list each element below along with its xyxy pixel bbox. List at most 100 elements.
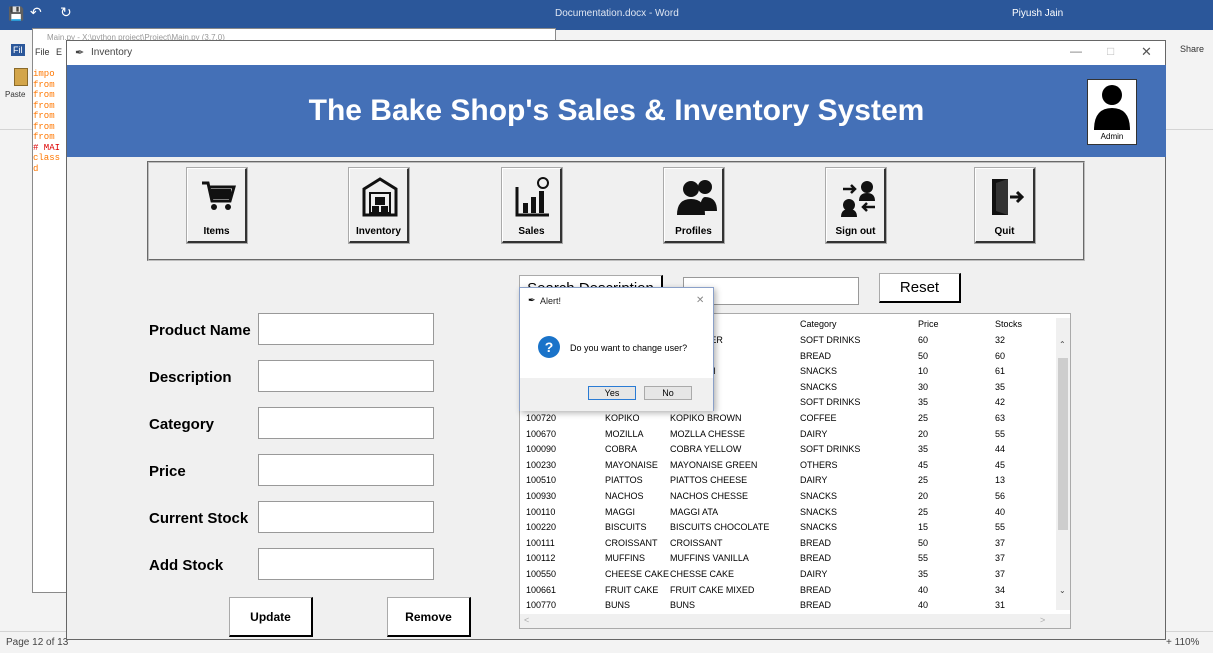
- add-stock-input[interactable]: [258, 548, 434, 580]
- reset-button[interactable]: Reset: [879, 273, 961, 303]
- table-row[interactable]: 100230 MAYONAISE MAYONAISE GREEN OTHERS 45 45: [520, 459, 1060, 475]
- table-cell: SNACKS: [800, 366, 838, 377]
- table-cell: BUNS: [670, 600, 696, 611]
- table-row[interactable]: 100090 COBRA COBRA YELLOW SOFT DRINKS 35 44: [520, 443, 1060, 459]
- word-share[interactable]: Share: [1180, 44, 1204, 54]
- scroll-down-icon[interactable]: ⌄: [1059, 586, 1066, 595]
- table-cell: NACHOS CHESSE: [670, 491, 749, 501]
- scroll-right-icon[interactable]: >: [1040, 615, 1045, 625]
- idle-menu-file[interactable]: File: [35, 47, 50, 57]
- table-cell: DAIRY: [800, 428, 828, 439]
- table-cell: DAIRY: [800, 475, 828, 486]
- idle-menu-edit[interactable]: E: [56, 47, 62, 57]
- feather-icon: ✒: [528, 295, 536, 305]
- table-cell: 35: [918, 397, 929, 408]
- word-file-tab[interactable]: Fil: [11, 44, 25, 56]
- table-cell: 100111: [526, 537, 555, 548]
- scroll-up-icon[interactable]: ⌃: [1059, 340, 1066, 349]
- horizontal-scrollbar[interactable]: < >: [520, 614, 1070, 628]
- table-cell: 25: [918, 506, 929, 517]
- dialog-footer: Yes No: [520, 378, 713, 411]
- table-cell: SNACKS: [800, 491, 838, 501]
- user-icon: [1094, 85, 1130, 130]
- table-row[interactable]: 100770 BUNS BUNS BREAD 40 31: [520, 599, 1060, 615]
- inventory-button[interactable]: Inventory: [348, 167, 410, 244]
- table-cell: 40: [918, 600, 929, 611]
- sign-out-label: Sign out: [835, 226, 876, 237]
- table-row[interactable]: 100930 NACHOS NACHOS CHESSE SNACKS 20 56: [520, 490, 1060, 506]
- table-row[interactable]: 100510 PIATTOS PIATTOS CHEESE DAIRY 25 13: [520, 474, 1060, 490]
- dialog-close-icon[interactable]: ✕: [696, 295, 704, 306]
- table-cell: MOZILLA: [605, 428, 644, 439]
- table-cell: 100930: [526, 491, 557, 501]
- table-row[interactable]: 100661 FRUIT CAKE FRUIT CAKE MIXED BREAD 40 3…: [520, 584, 1060, 600]
- yes-button[interactable]: Yes: [588, 386, 636, 400]
- category-input[interactable]: [258, 407, 434, 439]
- table-cell: 25: [918, 475, 929, 486]
- table-cell: COFFEE: [800, 413, 837, 423]
- table-cell: BREAD: [800, 600, 832, 611]
- table-row[interactable]: 100720 KOPIKO KOPIKO BROWN COFFEE 25 63: [520, 412, 1060, 428]
- table-cell: 45: [918, 459, 929, 470]
- table-cell: 100510: [526, 475, 557, 486]
- table-cell: BISCUITS CHOCOLATE: [670, 522, 770, 533]
- admin-button[interactable]: Admin: [1087, 79, 1137, 145]
- table-cell: DAIRY: [800, 569, 828, 579]
- table-cell: 40: [995, 506, 1006, 517]
- scroll-left-icon[interactable]: <: [524, 615, 529, 625]
- update-button[interactable]: Update: [229, 597, 313, 637]
- add-stock-label: Add Stock: [149, 557, 224, 574]
- maximize-icon[interactable]: □: [1107, 44, 1114, 58]
- inventory-label: Inventory: [355, 226, 401, 237]
- product-name-input[interactable]: [258, 313, 434, 345]
- remove-button[interactable]: Remove: [387, 597, 471, 637]
- quit-button[interactable]: Quit: [974, 167, 1036, 244]
- sales-label: Sales: [518, 226, 545, 237]
- word-undo-icon[interactable]: ↶: [30, 4, 42, 21]
- idle-code[interactable]: impo from from from from from from # MAI…: [33, 69, 67, 589]
- current-stock-input[interactable]: [258, 501, 434, 533]
- close-icon[interactable]: ✕: [1141, 44, 1152, 60]
- table-cell: NACHOS: [605, 491, 644, 501]
- table-row[interactable]: 100111 CROISSANT CROISSANT BREAD 50 37: [520, 537, 1060, 553]
- table-cell: 13: [995, 475, 1006, 486]
- table-row[interactable]: 100550 CHEESE CAKE CHESSE CAKE DAIRY 35 37: [520, 568, 1060, 584]
- table-cell: MAGGI ATA: [670, 506, 719, 517]
- items-button[interactable]: Items: [186, 167, 248, 244]
- price-label: Price: [149, 463, 186, 480]
- table-cell: 45: [995, 459, 1006, 470]
- profiles-button[interactable]: Profiles: [663, 167, 725, 244]
- items-label: Items: [203, 226, 230, 237]
- cart-icon: [202, 181, 236, 210]
- word-paste-label[interactable]: Paste: [5, 90, 25, 99]
- sign-out-button[interactable]: Sign out: [825, 167, 887, 244]
- users-icon: [677, 180, 717, 215]
- status-zoom[interactable]: + 110%: [1166, 637, 1199, 648]
- table-cell: 100090: [526, 444, 557, 455]
- table-cell: BREAD: [800, 537, 832, 548]
- table-cell: BUNS: [605, 600, 631, 611]
- table-cell: BREAD: [800, 553, 832, 564]
- sales-button[interactable]: Sales: [501, 167, 563, 244]
- table-row[interactable]: 100110 MAGGI MAGGI ATA SNACKS 25 40: [520, 506, 1060, 522]
- no-button[interactable]: No: [644, 386, 692, 400]
- table-cell: 34: [995, 584, 1006, 595]
- table-cell: CROISSANT: [670, 537, 723, 548]
- dialog-title: Alert!: [540, 296, 562, 306]
- minimize-icon[interactable]: —: [1070, 44, 1082, 58]
- table-row[interactable]: 100220 BISCUITS BISCUITS CHOCOLATE SNACKS 15…: [520, 521, 1060, 537]
- table-row[interactable]: 100670 MOZILLA MOZLLA CHESSE DAIRY 20 55: [520, 428, 1060, 444]
- paste-icon[interactable]: [14, 68, 28, 86]
- description-input[interactable]: [258, 360, 434, 392]
- word-redo-icon[interactable]: ↻: [60, 4, 72, 21]
- table-cell: 20: [918, 428, 929, 439]
- price-input[interactable]: [258, 454, 434, 486]
- word-user[interactable]: Piyush Jain: [1012, 8, 1063, 19]
- table-cell: SNACKS: [800, 381, 838, 392]
- table-row[interactable]: 100112 MUFFINS MUFFINS VANILLA BREAD 55 37: [520, 552, 1060, 568]
- alert-dialog: Alert! ✒ ✕ ? Do you want to change user?…: [519, 287, 714, 411]
- table-cell: SOFT DRINKS: [800, 444, 861, 455]
- scroll-thumb[interactable]: [1058, 358, 1068, 530]
- word-save-icon[interactable]: 💾: [8, 6, 24, 22]
- vertical-scrollbar[interactable]: ⌃ ⌄: [1056, 318, 1070, 610]
